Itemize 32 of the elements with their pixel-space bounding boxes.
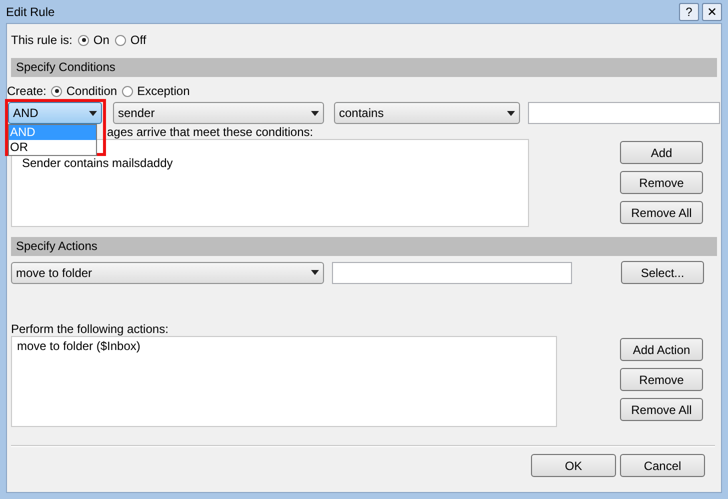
section-header: Specify Conditions: [11, 58, 717, 77]
action-button[interactable]: Add: [620, 141, 703, 164]
radio-option[interactable]: On: [78, 33, 110, 47]
action-button[interactable]: Add Action: [620, 338, 703, 361]
radio-option[interactable]: Condition: [51, 84, 118, 98]
dialog-button[interactable]: OK: [531, 454, 616, 477]
dropdown-option[interactable]: OR: [9, 140, 96, 155]
actions-label: Perform the following actions:: [10, 322, 170, 336]
radio-option[interactable]: Exception: [122, 84, 190, 98]
radio-option[interactable]: Off: [115, 33, 146, 47]
folder-input[interactable]: [332, 262, 572, 284]
rule-state-label: This rule is:: [11, 33, 72, 47]
actions-list[interactable]: move to folder ($Inbox): [11, 336, 557, 427]
help-button[interactable]: ?: [679, 2, 699, 20]
field-dropdown[interactable]: sender: [113, 102, 324, 124]
dialog-button[interactable]: Cancel: [620, 454, 705, 477]
section-header: Specify Actions: [11, 237, 717, 256]
action-button[interactable]: Remove: [620, 368, 703, 391]
create-label: Create:: [7, 84, 46, 98]
action-button[interactable]: Remove All: [620, 398, 703, 421]
logic-dropdown[interactable]: AND: [8, 102, 102, 124]
operator-dropdown[interactable]: contains: [334, 102, 520, 124]
list-item[interactable]: Sender contains mailsdaddy: [22, 156, 528, 170]
action-button[interactable]: Remove: [620, 171, 703, 194]
conditions-label: ages arrive that meet these conditions:: [107, 125, 314, 139]
list-item[interactable]: move to folder ($Inbox): [17, 339, 556, 353]
close-button[interactable]: ✕: [702, 2, 722, 20]
action-button[interactable]: Remove All: [620, 201, 703, 224]
value-input[interactable]: [528, 102, 720, 124]
action-dropdown[interactable]: move to folder: [11, 262, 324, 284]
window-title: Edit Rule: [6, 4, 55, 18]
select-button[interactable]: Select...: [621, 261, 704, 284]
